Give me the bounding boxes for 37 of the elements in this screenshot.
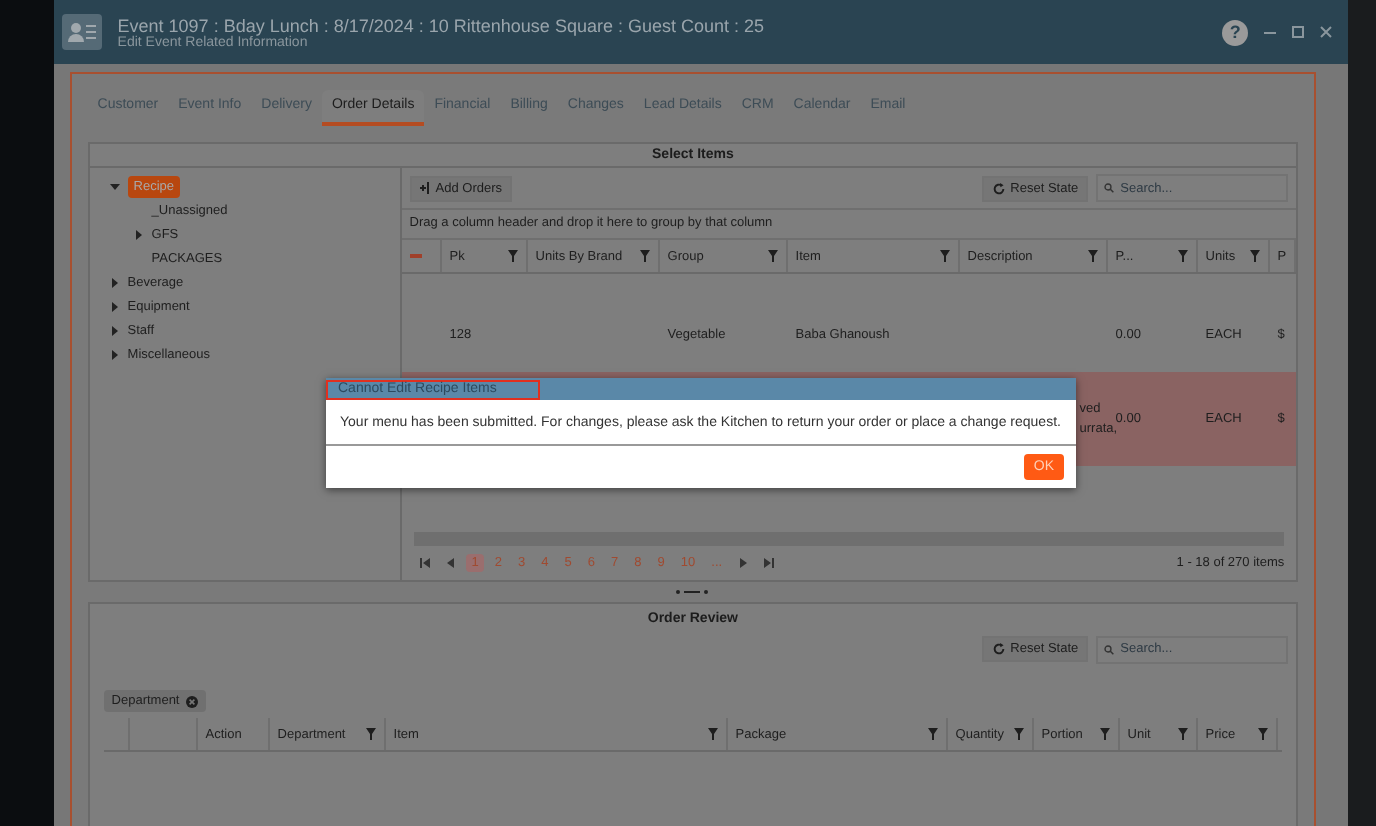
filter-icon[interactable]: [927, 728, 938, 740]
filter-icon[interactable]: [507, 250, 518, 262]
caret-icon[interactable]: [109, 350, 120, 360]
previous-page-icon[interactable]: [445, 558, 456, 568]
filter-icon[interactable]: [1099, 728, 1110, 740]
minimize-icon[interactable]: [1264, 26, 1277, 38]
filter-icon[interactable]: [1249, 250, 1260, 262]
caret-icon[interactable]: [109, 182, 120, 192]
filter-icon[interactable]: [767, 250, 778, 262]
remove-icon[interactable]: [185, 695, 198, 707]
refresh-icon: [992, 181, 1007, 195]
filter-icon[interactable]: [1177, 250, 1188, 262]
search-icon: [1104, 643, 1115, 655]
caret-icon[interactable]: [109, 326, 120, 336]
splitter-handle-icon[interactable]: [676, 588, 709, 596]
caret-icon[interactable]: [109, 302, 120, 312]
last-page-icon[interactable]: [764, 558, 775, 568]
next-page-icon[interactable]: [738, 558, 749, 568]
search-icon: [1104, 182, 1115, 194]
first-page-icon[interactable]: [419, 558, 430, 568]
caret-icon[interactable]: [109, 278, 120, 288]
filter-icon[interactable]: [939, 250, 950, 262]
caret-icon[interactable]: [133, 230, 144, 240]
refresh-icon: [992, 642, 1007, 656]
filter-icon[interactable]: [639, 250, 650, 262]
filter-icon[interactable]: [365, 728, 376, 740]
maximize-icon[interactable]: [1292, 26, 1305, 38]
help-button[interactable]: ?: [1222, 19, 1249, 45]
window-title: Event 1097 : Bday Lunch : 8/17/2024 : 10 Rittenhouse Square : Guest Count : 25: [117, 15, 767, 35]
close-icon[interactable]: [1320, 26, 1333, 38]
add-column-icon: [419, 182, 432, 194]
filter-icon[interactable]: [1177, 728, 1188, 740]
contact-card-icon: [61, 14, 102, 50]
filter-icon[interactable]: [1013, 728, 1024, 740]
filter-icon[interactable]: [707, 728, 718, 740]
filter-icon[interactable]: [1087, 250, 1098, 262]
filter-icon[interactable]: [1257, 728, 1268, 740]
